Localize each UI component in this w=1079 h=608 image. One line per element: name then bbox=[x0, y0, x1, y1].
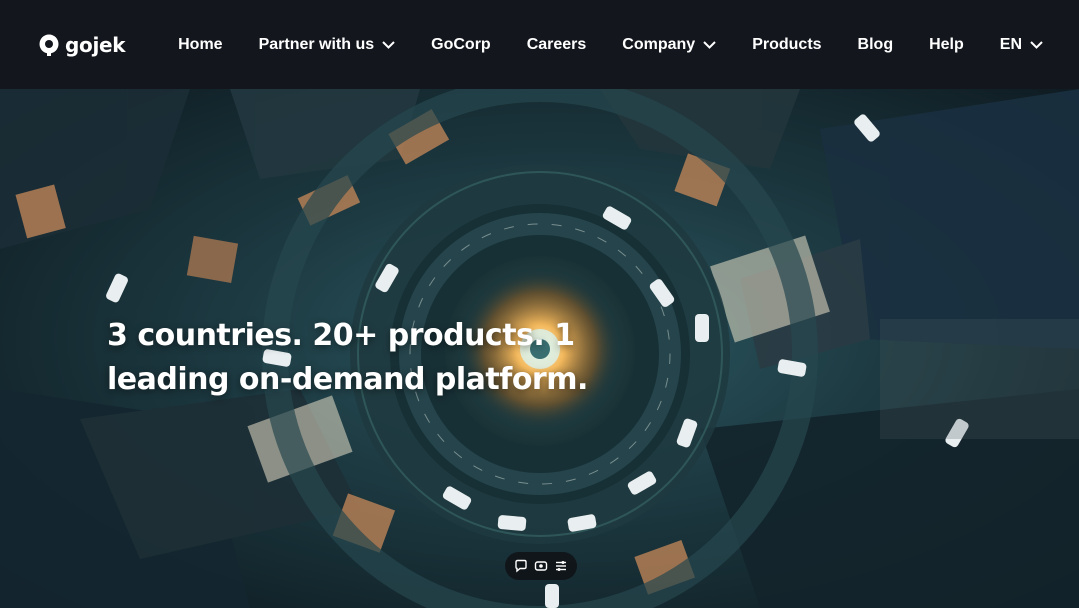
hero-headline: 3 countries. 20+ products. 1 leading on-… bbox=[107, 314, 627, 402]
nav-blog-label: Blog bbox=[857, 35, 894, 53]
language-label: EN bbox=[999, 35, 1022, 53]
nav-products[interactable]: Products bbox=[752, 36, 821, 54]
settings-sliders-icon[interactable] bbox=[552, 557, 570, 575]
nav-blog[interactable]: Blog bbox=[858, 36, 894, 54]
nav-gocorp-label: GoCorp bbox=[431, 35, 491, 53]
chevron-down-icon bbox=[382, 40, 395, 49]
nav-partner-with-us[interactable]: Partner with us bbox=[259, 36, 396, 54]
hero-section: 3 countries. 20+ products. 1 leading on-… bbox=[0, 89, 1079, 608]
nav-help-label: Help bbox=[929, 35, 964, 53]
nav-partner-label: Partner with us bbox=[258, 35, 375, 53]
nav-products-label: Products bbox=[752, 35, 822, 53]
chevron-down-icon bbox=[1030, 40, 1043, 49]
hero-headline-line2: leading on-demand platform. bbox=[107, 362, 588, 397]
top-navbar: gojek Home Partner with us GoCorp Career… bbox=[0, 0, 1079, 89]
nav-gocorp[interactable]: GoCorp bbox=[431, 36, 491, 54]
main-nav: Home Partner with us GoCorp Careers Comp… bbox=[178, 36, 1043, 54]
nav-company[interactable]: Company bbox=[622, 36, 716, 54]
nav-careers[interactable]: Careers bbox=[527, 36, 587, 54]
nav-careers-label: Careers bbox=[526, 35, 587, 53]
gojek-logo-icon bbox=[37, 33, 61, 57]
captions-icon[interactable] bbox=[532, 557, 550, 575]
nav-company-label: Company bbox=[622, 35, 696, 53]
brand-name: gojek bbox=[65, 32, 126, 57]
language-selector[interactable]: EN bbox=[1000, 36, 1043, 54]
chevron-down-icon bbox=[703, 40, 716, 49]
nav-home-label: Home bbox=[178, 35, 223, 53]
nav-home[interactable]: Home bbox=[178, 36, 222, 54]
nav-help[interactable]: Help bbox=[929, 36, 964, 54]
video-controls bbox=[505, 552, 577, 580]
hero-headline-line1: 3 countries. 20+ products. 1 bbox=[107, 318, 575, 353]
chat-bubble-icon[interactable] bbox=[512, 557, 530, 575]
gojek-logo[interactable]: gojek bbox=[37, 32, 126, 57]
